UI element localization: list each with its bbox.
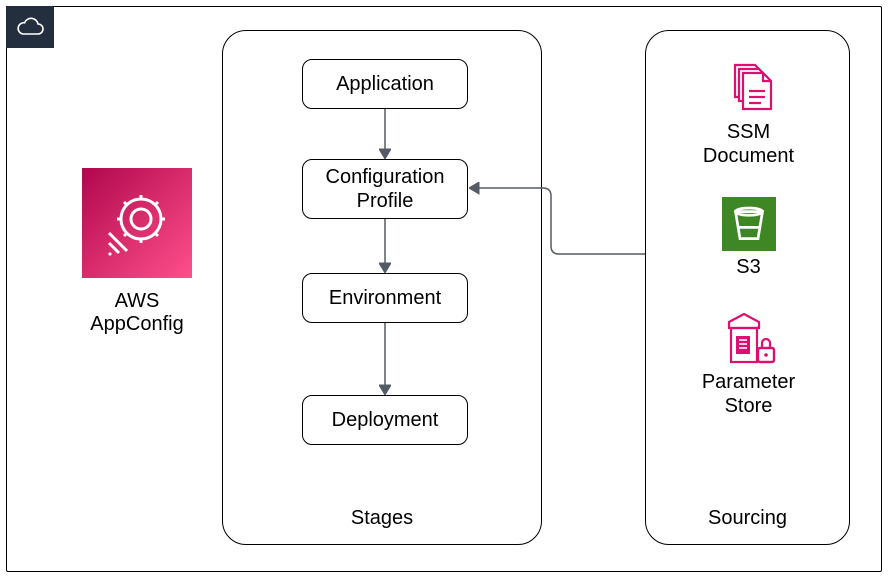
- stages-container: Application ConfigurationProfile Environ…: [222, 30, 542, 545]
- source-parameter-store: ParameterStore: [646, 311, 851, 418]
- source-label: S3: [646, 255, 851, 279]
- stage-configuration-profile: ConfigurationProfile: [302, 159, 468, 219]
- source-s3: S3: [646, 196, 851, 279]
- appconfig-service: AWS AppConfig: [68, 168, 206, 336]
- cloud-icon: [14, 15, 46, 39]
- stage-environment: Environment: [302, 273, 468, 323]
- stage-application: Application: [302, 59, 468, 109]
- arrow-sourcing-to-config: [469, 182, 645, 272]
- appconfig-label: AWS AppConfig: [68, 290, 206, 336]
- s3-bucket-icon: [646, 196, 851, 251]
- appconfig-gear-icon: [82, 168, 192, 278]
- arrow-env-to-deploy: [379, 323, 391, 395]
- sourcing-label: Sourcing: [646, 507, 849, 530]
- source-label: ParameterStore: [646, 370, 851, 418]
- source-ssm-document: SSMDocument: [646, 61, 851, 168]
- arrow-app-to-config: [379, 109, 391, 159]
- arrow-config-to-env: [379, 219, 391, 273]
- diagram-canvas: AWS AppConfig Application ConfigurationP…: [0, 0, 889, 578]
- stage-deployment: Deployment: [302, 395, 468, 445]
- sourcing-container: SSMDocument S3: [645, 30, 850, 545]
- ssm-document-icon: [646, 61, 851, 116]
- aws-cloud-badge: [6, 6, 54, 48]
- source-label: SSMDocument: [646, 120, 851, 168]
- stages-label: Stages: [223, 507, 541, 530]
- parameter-store-icon: [646, 311, 851, 366]
